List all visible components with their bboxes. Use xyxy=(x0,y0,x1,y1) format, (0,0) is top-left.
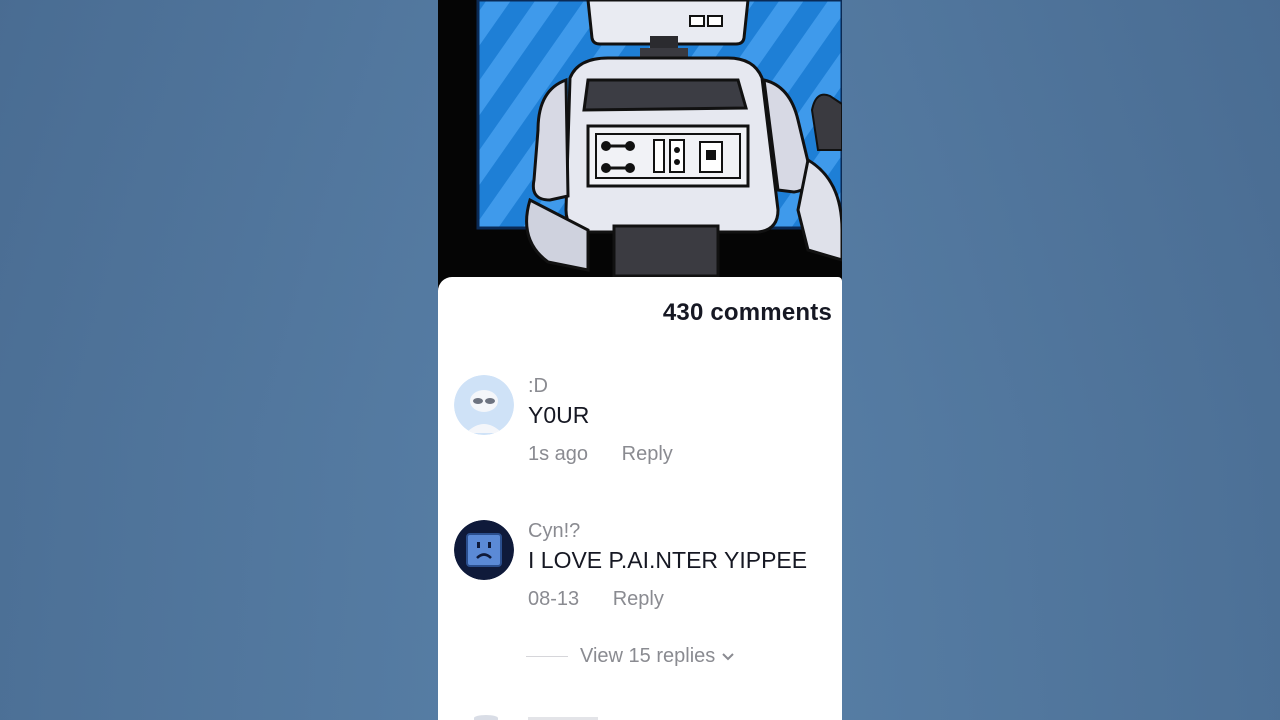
comment-username[interactable]: :D xyxy=(528,375,828,397)
reply-button[interactable]: Reply xyxy=(613,588,664,611)
robot-face-avatar-icon[interactable] xyxy=(454,375,514,435)
comment-timestamp: 1s ago xyxy=(528,443,589,465)
comment-text: I LOVE P.AI.NTER YIPPEE xyxy=(528,547,808,573)
background-left xyxy=(0,0,438,720)
view-replies-button[interactable]: View 15 replies xyxy=(526,645,735,668)
video-player[interactable] xyxy=(438,0,842,290)
comment-timestamp: 08-13 xyxy=(528,588,580,610)
chevron-down-icon xyxy=(721,645,735,668)
view-replies-label: View 15 replies xyxy=(580,645,716,667)
sad-monitor-avatar-icon[interactable] xyxy=(454,520,514,580)
comment-text: Y0UR xyxy=(528,402,590,428)
comment-username[interactable]: Cyn!? xyxy=(528,520,828,542)
robot-cartoon-illustration xyxy=(438,0,842,290)
comment-count: 430 comments xyxy=(662,299,832,326)
phone-frame: 430 comments :D Y0UR 1s ago Reply Cyn!? … xyxy=(438,0,842,720)
divider-line xyxy=(526,656,568,657)
background-right xyxy=(842,0,1280,720)
comments-sheet: 430 comments :D Y0UR 1s ago Reply Cyn!? … xyxy=(438,277,842,720)
reply-button[interactable]: Reply xyxy=(622,443,673,466)
next-comment-avatar xyxy=(474,715,498,720)
